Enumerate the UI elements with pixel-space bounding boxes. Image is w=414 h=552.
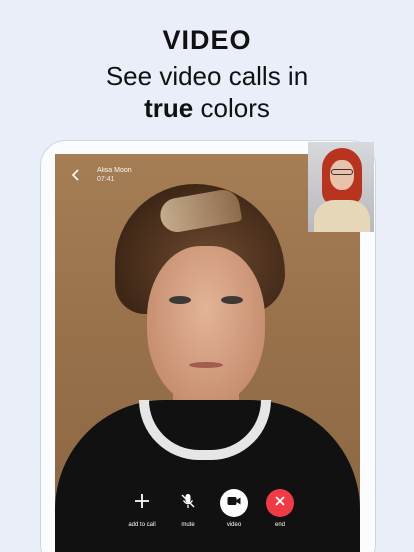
end-call-control[interactable]: end: [258, 489, 302, 535]
mute-control[interactable]: mute: [166, 489, 210, 535]
mic-off-icon: [179, 492, 197, 515]
video-control[interactable]: video: [212, 489, 256, 535]
add-to-call-label: add to call: [128, 522, 156, 528]
mute-label: mute: [181, 522, 195, 528]
caller-name: Alisa Moon: [97, 167, 132, 174]
headline-line-2-bold: true: [144, 93, 194, 123]
self-face: [330, 160, 354, 190]
self-glasses: [331, 169, 353, 175]
headline-kicker: VIDEO: [162, 25, 252, 55]
add-to-call-button[interactable]: [128, 489, 156, 517]
headline-line-2-rest: colors: [200, 93, 270, 123]
right-eye: [221, 296, 243, 304]
remote-participant-face: [147, 246, 265, 406]
end-call-label: end: [274, 522, 285, 528]
add-to-call-control[interactable]: add to call: [120, 489, 164, 535]
call-header: Alisa Moon 07:41: [67, 166, 132, 184]
caller-info: Alisa Moon 07:41: [97, 166, 132, 184]
video-camera-icon: [226, 493, 242, 514]
self-body: [314, 200, 370, 232]
back-arrow-icon[interactable]: [67, 166, 85, 184]
left-eye: [169, 296, 191, 304]
promo-headline: VIDEO See video calls in true colors: [0, 24, 414, 124]
plus-icon: [133, 492, 151, 515]
call-controls: add to call mute video end: [120, 489, 302, 535]
video-label: video: [226, 522, 242, 528]
call-duration: 07:41: [97, 176, 115, 183]
mouth: [189, 362, 223, 368]
headline-line-2: true colors: [0, 92, 414, 124]
mute-button[interactable]: [174, 489, 202, 517]
headline-line-1: See video calls in: [105, 61, 309, 91]
video-toggle-button[interactable]: [220, 489, 248, 517]
self-video-preview[interactable]: [308, 142, 374, 232]
close-icon: [273, 494, 287, 513]
end-call-button[interactable]: [266, 489, 294, 517]
